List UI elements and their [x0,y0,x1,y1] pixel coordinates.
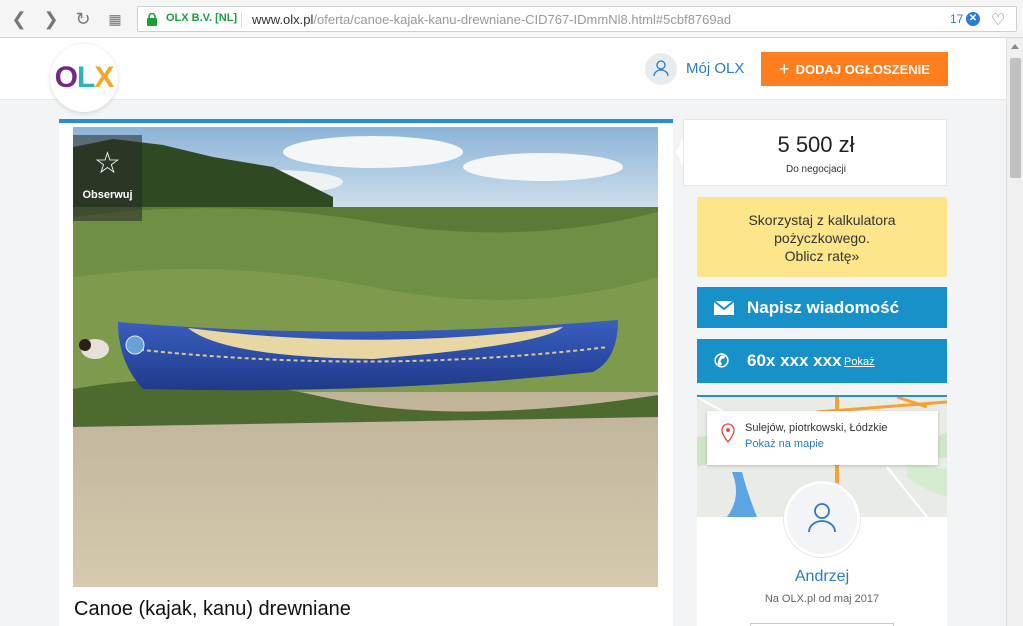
show-phone-link[interactable]: Pokaż [844,340,875,384]
price-box: 5 500 zł Do negocjacji [683,119,947,186]
price-value: 5 500 zł [777,132,855,157]
phone-button[interactable]: ✆ 60x xxx xxx Pokaż [697,339,947,383]
seller-since: Na OLX.pl od maj 2017 [764,593,880,605]
certificate-label: OLX B.V. [NL] [166,12,238,24]
extension-icon[interactable]: ✕ [966,12,980,26]
star-icon: ☆ [94,147,121,180]
seller-avatar[interactable] [784,481,860,557]
plus-icon: + [779,59,790,79]
page-scrollbar[interactable] [1006,38,1023,626]
listing-photo[interactable] [73,127,658,587]
address-bar[interactable]: OLX B.V. [NL] www.olx.pl/oferta/canoe-ka… [137,6,1017,32]
site-header: OLX Mój OLX + DODAJ OGŁOSZENIE [0,38,1006,112]
phone-icon: ✆ [714,351,730,371]
user-icon[interactable] [645,53,677,85]
back-icon[interactable]: ❮ [8,8,30,30]
grid-icon[interactable]: ▦ [104,8,126,30]
listing-card [59,119,673,626]
envelope-icon [714,301,734,315]
scroll-thumb[interactable] [1010,58,1021,178]
scroll-up-icon[interactable] [1011,44,1019,49]
listing-title: Canoe (kajak, kanu) drewniane [74,598,351,620]
calculator-line-1: Skorzystaj z kalkulatora [748,212,896,228]
heart-icon[interactable]: ♡ [991,10,1005,30]
negotiable-label: Do negocjacji [785,164,847,175]
url-text[interactable]: www.olx.pl/oferta/canoe-kajak-kanu-drewn… [252,12,731,27]
phone-number: 60x xxx xxx [747,351,842,370]
reload-icon[interactable]: ↻ [72,8,94,30]
extension-badge-count: 17 [950,12,964,26]
browser-toolbar: ❮ ❯ ↻ ▦ OLX B.V. [NL] www.olx.pl/oferta/… [0,0,1023,38]
add-listing-button[interactable]: + DODAJ OGŁOSZENIE [761,52,948,86]
lock-icon [147,13,157,26]
calculator-link[interactable]: Oblicz ratę» [697,247,947,265]
seller-name[interactable]: Andrzej [697,568,947,586]
divider [241,11,242,28]
calculator-line-2: pożyczkowego. [774,230,870,246]
location-box: Sulejów, piotrkowski, Łódzkie Pokaż na m… [707,411,938,465]
seller-card: Sulejów, piotrkowski, Łódzkie Pokaż na m… [697,395,947,626]
forward-icon[interactable]: ❯ [40,8,62,30]
send-message-label: Napisz wiadomość [747,298,900,317]
loan-calculator-box[interactable]: Skorzystaj z kalkulatora pożyczkowego. O… [697,197,947,277]
map-pin-icon [721,423,735,443]
my-olx-link[interactable]: Mój OLX [686,60,744,77]
location-text: Sulejów, piotrkowski, Łódzkie [745,422,888,434]
send-message-button[interactable]: Napisz wiadomość [697,287,947,328]
follow-button[interactable]: ☆ Obserwuj [73,135,142,221]
follow-label: Obserwuj [82,189,133,201]
show-on-map-link[interactable]: Pokaż na mapie [745,438,824,450]
olx-logo[interactable]: OLX [50,44,118,112]
